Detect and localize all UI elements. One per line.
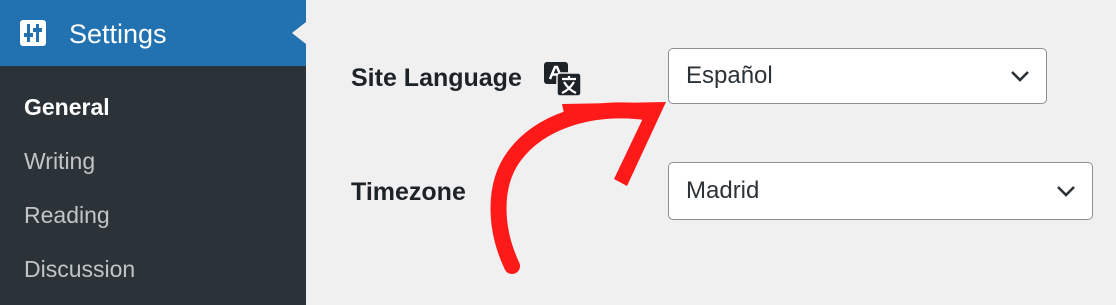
active-menu-pointer	[292, 22, 306, 44]
timezone-label: Timezone	[351, 178, 466, 206]
chevron-down-icon	[1011, 71, 1029, 82]
site-language-select[interactable]: Español	[668, 48, 1047, 104]
settings-menu[interactable]: Settings	[0, 0, 306, 66]
timezone-value: Madrid	[686, 177, 760, 204]
settings-menu-label: Settings	[69, 19, 167, 49]
sidebar-item-reading[interactable]: Reading	[24, 201, 110, 229]
timezone-select[interactable]: Madrid	[668, 162, 1093, 220]
site-language-label: Site Language	[351, 64, 522, 92]
translate-icon	[544, 62, 582, 96]
sidebar-item-discussion[interactable]: Discussion	[24, 255, 135, 283]
sidebar-item-writing[interactable]: Writing	[24, 147, 95, 175]
admin-sidebar: Settings General Writing Reading Discuss…	[0, 0, 306, 305]
site-language-value: Español	[686, 62, 773, 89]
chevron-down-icon	[1057, 186, 1075, 197]
sidebar-item-general[interactable]: General	[24, 93, 110, 121]
settings-sliders-icon	[20, 20, 46, 46]
cropped-description-text	[470, 0, 810, 12]
